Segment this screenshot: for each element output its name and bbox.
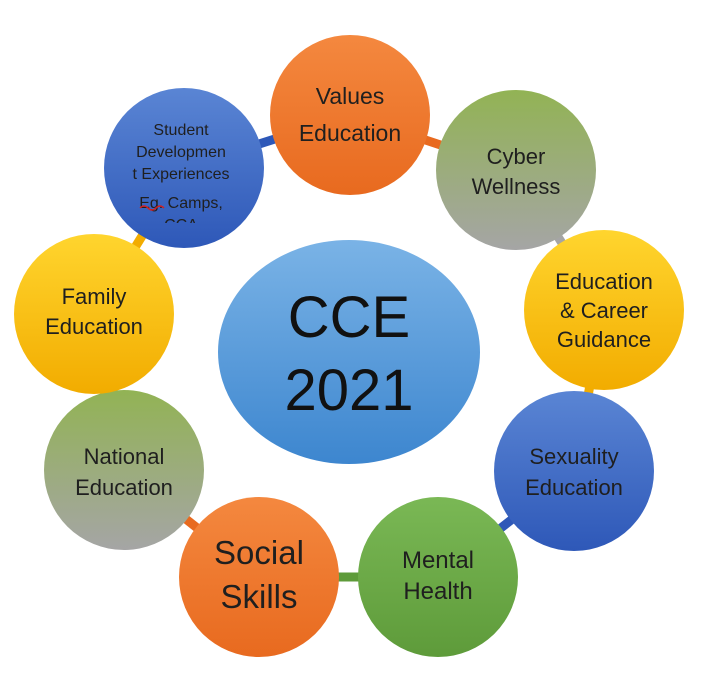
node-label-line: Education bbox=[299, 120, 401, 146]
node-circle bbox=[436, 90, 596, 250]
cce-diagram: CCE 2021 Values Education Cyber Wellness… bbox=[0, 0, 715, 689]
node-values-education: Values Education bbox=[270, 35, 430, 195]
node-label-line: Education bbox=[45, 314, 143, 339]
node-circle bbox=[358, 497, 518, 657]
node-circle bbox=[494, 391, 654, 551]
node-label-line: Education bbox=[525, 475, 623, 500]
node-circle bbox=[270, 35, 430, 195]
node-circle bbox=[179, 497, 339, 657]
node-sexuality-education: Sexuality Education bbox=[494, 391, 654, 551]
node-national-education: National Education bbox=[44, 390, 204, 550]
node-family-education: Family Education bbox=[14, 234, 174, 394]
node-label-line: Mental bbox=[402, 547, 474, 574]
node-label-line: Sexuality bbox=[529, 444, 618, 469]
node-label-line: Education bbox=[555, 269, 653, 294]
node-label-line: Cyber bbox=[487, 144, 546, 169]
node-label-line: Education bbox=[75, 475, 173, 500]
center-year: 2021 bbox=[284, 358, 413, 423]
node-label-line: Wellness bbox=[472, 174, 561, 199]
node-education-career-guidance: Education & Career Guidance bbox=[524, 230, 684, 390]
node-student-development-experiences: Student Developmen t Experiences Eg. Cam… bbox=[104, 88, 264, 248]
node-circle bbox=[44, 390, 204, 550]
node-label-line: Skills bbox=[220, 578, 297, 615]
center-ellipse bbox=[218, 240, 480, 464]
node-label-line: Guidance bbox=[557, 327, 651, 352]
node-label-line: t Experiences bbox=[133, 166, 230, 183]
node-label-line: Social bbox=[214, 534, 304, 571]
center-hub: CCE 2021 bbox=[218, 240, 480, 464]
node-label-line: Values bbox=[316, 83, 385, 109]
node-label-line: Student bbox=[153, 122, 209, 139]
center-title: CCE bbox=[288, 285, 410, 350]
node-mental-health: Mental Health bbox=[358, 497, 518, 657]
node-label-line: Developmen bbox=[136, 144, 226, 161]
node-label-line: Family bbox=[62, 284, 127, 309]
node-label-line: & Career bbox=[560, 298, 648, 323]
node-label-line: National bbox=[84, 444, 165, 469]
node-label-line: Health bbox=[403, 578, 472, 605]
cycle-diagram-canvas: CCE 2021 Values Education Cyber Wellness… bbox=[14, 35, 684, 657]
node-cyber-wellness: Cyber Wellness bbox=[436, 90, 596, 250]
node-social-skills: Social Skills bbox=[179, 497, 339, 657]
